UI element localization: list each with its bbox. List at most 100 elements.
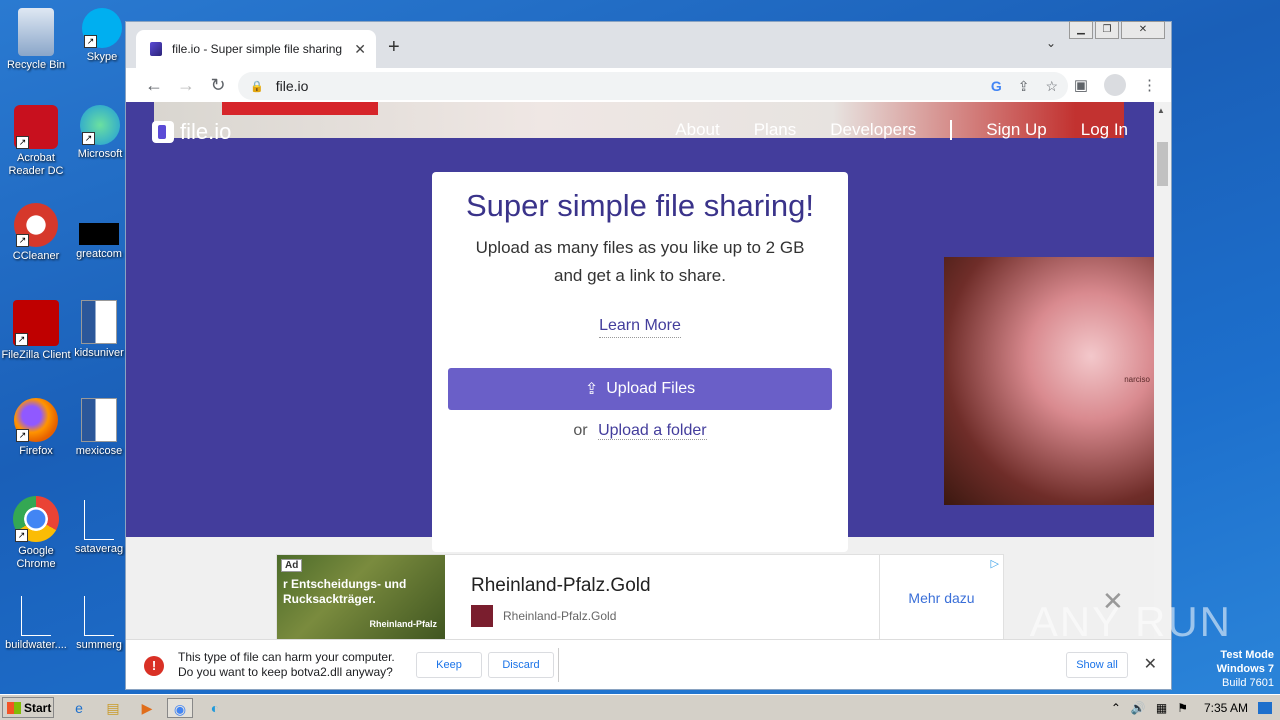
tab-title: file.io - Super simple file sharing — [172, 42, 343, 56]
start-label: Start — [24, 700, 52, 715]
chrome-icon: ↗ — [13, 496, 59, 542]
ad-title[interactable]: Rheinland-Pfalz.Gold — [471, 575, 651, 597]
profile-avatar-icon[interactable] — [1104, 74, 1126, 96]
learn-more-link[interactable]: Learn More — [599, 317, 681, 338]
desktop-icon-kidsuniver[interactable]: kidsuniver — [72, 300, 126, 360]
page-scrollbar[interactable]: ▲ — [1154, 102, 1171, 642]
download-warning-line1: This type of file can harm your computer… — [178, 650, 395, 664]
blank-file-icon — [21, 596, 51, 636]
google-lens-icon[interactable]: G — [991, 78, 1002, 95]
edge-taskbar-icon[interactable]: ◐ — [204, 698, 226, 718]
explorer-taskbar-icon[interactable]: ▤ — [102, 698, 124, 718]
media-player-taskbar-icon[interactable]: ▶ — [136, 698, 158, 718]
ad-logo-icon — [471, 605, 493, 627]
nav-plans[interactable]: Plans — [754, 120, 797, 140]
desktop-icon-skype[interactable]: ↗ Skype — [72, 8, 132, 64]
download-divider — [558, 648, 559, 682]
tray-expand-icon[interactable]: ⌃ — [1111, 701, 1121, 715]
desktop-icon-firefox[interactable]: ↗ Firefox — [0, 398, 74, 458]
side-ad-image[interactable]: narciso — [944, 257, 1154, 505]
desktop-icon-mexicose[interactable]: mexicose — [72, 398, 126, 458]
adchoices-icon[interactable]: ▷ — [991, 557, 999, 570]
download-shelf: ! This type of file can harm your comput… — [126, 639, 1171, 689]
nav-divider — [950, 120, 953, 140]
url-text[interactable]: file.io — [276, 78, 309, 94]
reload-icon[interactable]: ↻ — [202, 75, 234, 96]
download-warning-line2: Do you want to keep botva2.dll anyway? — [178, 665, 393, 679]
ad-image-text: r Entscheidungs- und Rucksackträger. — [283, 577, 407, 606]
upload-files-button[interactable]: ⇪ Upload Files — [448, 368, 832, 410]
desktop-icon-greatcom[interactable]: greatcom — [72, 203, 126, 261]
tab-close-icon[interactable]: ✕ — [354, 41, 366, 58]
back-arrow-icon[interactable]: ← — [138, 75, 170, 96]
desktop-icon-ccleaner[interactable]: ↗ CCleaner — [0, 203, 74, 263]
share-icon[interactable]: ⇪ — [1018, 78, 1030, 95]
ad-more-button[interactable]: Mehr dazu — [879, 555, 1003, 641]
chrome-taskbar-icon[interactable]: ◉ — [167, 698, 193, 718]
lock-icon[interactable]: 🔒 — [250, 80, 264, 93]
browser-tab[interactable]: file.io - Super simple file sharing ✕ — [136, 30, 376, 68]
address-bar[interactable]: 🔒 file.io G ⇪ ☆ — [238, 72, 1068, 100]
bottom-ad-banner[interactable]: Ad r Entscheidungs- und Rucksackträger. … — [276, 554, 1004, 641]
tab-strip: file.io - Super simple file sharing ✕ + … — [126, 21, 1171, 68]
ie-taskbar-icon[interactable]: e — [68, 698, 90, 718]
banner-red-block — [222, 102, 378, 115]
ad-image[interactable]: Ad r Entscheidungs- und Rucksackträger. … — [277, 555, 445, 641]
tab-search-chevron-icon[interactable]: ⌄ — [1046, 36, 1056, 50]
or-label: or — [573, 422, 588, 439]
anyrun-watermark: ANY RUN — [1029, 598, 1232, 645]
restore-icon[interactable]: ❐ — [1095, 21, 1119, 39]
desktop-icon-edge[interactable]: ↗ Microsoft — [72, 105, 128, 161]
action-center-flag-icon[interactable]: ⚑ — [1177, 701, 1188, 715]
nav-sign-up[interactable]: Sign Up — [986, 120, 1046, 140]
network-icon[interactable]: ▦ — [1156, 701, 1167, 715]
fileio-favicon-icon — [150, 42, 162, 56]
desktop-icon-acrobat[interactable]: ↗ Acrobat Reader DC — [0, 105, 74, 178]
minimize-icon[interactable]: ▁ — [1069, 21, 1093, 39]
side-panel-icon[interactable]: ▣ — [1074, 76, 1088, 94]
desktop-icon-summerg[interactable]: summerg — [72, 596, 126, 652]
keep-button[interactable]: Keep — [416, 652, 482, 678]
new-tab-icon[interactable]: + — [388, 36, 400, 59]
download-shelf-close-icon[interactable]: ✕ — [1144, 654, 1157, 674]
nav-about[interactable]: About — [675, 120, 719, 140]
menu-kebab-icon[interactable]: ⋮ — [1142, 76, 1157, 94]
upload-folder-line: or Upload a folder — [432, 422, 848, 440]
omnibox-actions: G ⇪ ☆ — [991, 78, 1058, 95]
forward-arrow-icon[interactable]: → — [170, 75, 202, 96]
ad-more-label: Mehr dazu — [908, 590, 975, 606]
danger-warning-icon: ! — [144, 656, 164, 676]
fileio-logo-icon — [152, 121, 174, 143]
browser-window: file.io - Super simple file sharing ✕ + … — [125, 21, 1172, 690]
start-button[interactable]: Start — [2, 697, 54, 718]
upload-folder-link[interactable]: Upload a folder — [598, 422, 707, 440]
scroll-up-icon[interactable]: ▲ — [1157, 106, 1165, 115]
test-mode-label: Test Mode — [1220, 649, 1274, 661]
desktop-icon-filezilla[interactable]: ↗ FileZilla Client — [0, 300, 74, 362]
show-all-button[interactable]: Show all — [1066, 652, 1128, 678]
hero-subtitle-line2: and get a link to share. — [553, 266, 726, 285]
discard-button[interactable]: Discard — [488, 652, 554, 678]
desktop-icon-recycle-bin[interactable]: Recycle Bin — [0, 8, 74, 72]
test-mode-text: Test Mode Windows 7 Build 7601 — [1217, 648, 1274, 690]
bookmark-star-icon[interactable]: ☆ — [1045, 78, 1058, 95]
volume-icon[interactable]: 🔊 — [1131, 701, 1146, 715]
download-warning-text: This type of file can harm your computer… — [178, 650, 395, 680]
window-controls: ▁ ❐ ✕ — [1069, 21, 1165, 39]
toolbar-right: ▣ ⋮ — [1074, 74, 1157, 96]
windows-flag-icon — [7, 701, 21, 714]
scrollbar-thumb[interactable] — [1157, 142, 1168, 186]
show-desktop-icon[interactable] — [1258, 702, 1272, 714]
desktop-icon-chrome[interactable]: ↗ Google Chrome — [0, 496, 74, 571]
black-file-icon — [79, 223, 119, 245]
fileio-logo[interactable]: file.io — [152, 119, 231, 145]
desktop-icon-sataverag[interactable]: sataverag — [72, 500, 126, 556]
desktop-icon-buildwater[interactable]: buildwater.... — [0, 596, 74, 652]
nav-developers[interactable]: Developers — [830, 120, 916, 140]
hero-subtitle: Upload as many files as you like up to 2… — [432, 234, 848, 290]
ccleaner-icon: ↗ — [14, 203, 58, 247]
upload-card: Super simple file sharing! Upload as man… — [432, 172, 848, 552]
nav-log-in[interactable]: Log In — [1081, 120, 1128, 140]
clock[interactable]: 7:35 AM — [1204, 701, 1248, 715]
window-close-icon[interactable]: ✕ — [1121, 21, 1165, 39]
